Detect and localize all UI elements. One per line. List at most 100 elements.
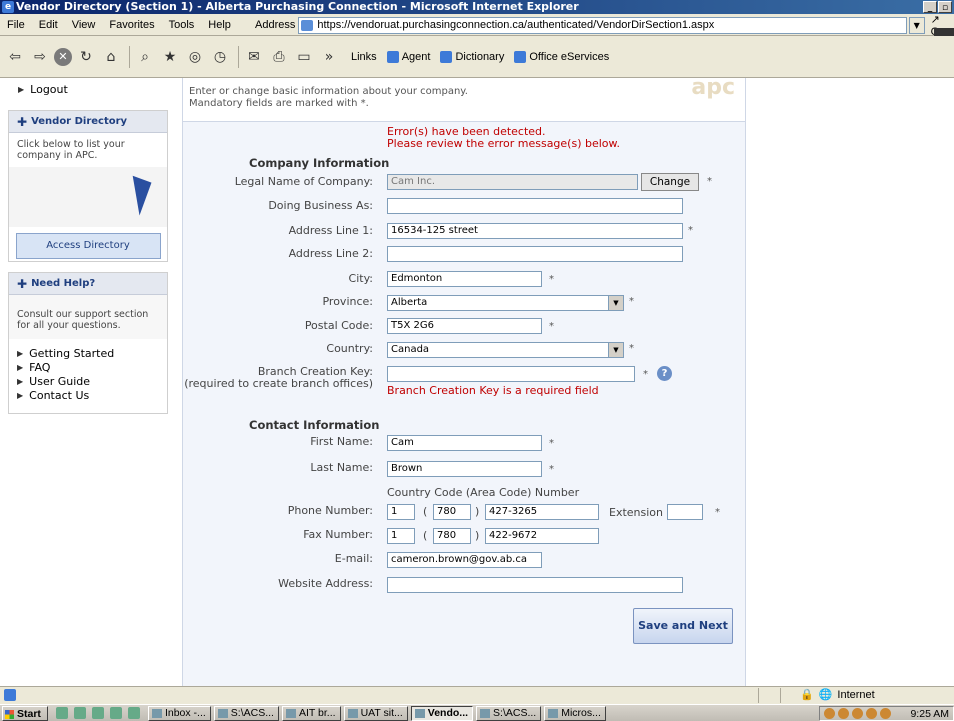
arrow-right-icon: ▶	[17, 349, 24, 358]
start-button[interactable]: Start	[2, 705, 48, 721]
required-star: *	[715, 507, 720, 518]
quick-launch-icon[interactable]	[127, 707, 140, 719]
favorites-icon[interactable]: ★	[159, 46, 181, 68]
phone-format-note: Country Code (Area Code) Number	[387, 486, 580, 499]
close-paren: )	[475, 505, 480, 518]
tray-icon[interactable]	[852, 708, 864, 719]
arrow-graphic-icon	[92, 167, 152, 216]
branch-key-input[interactable]	[387, 366, 635, 382]
chevron-down-icon[interactable]: ▼	[608, 343, 623, 357]
need-help-box: ✚ Need Help? Consult our support section…	[8, 272, 168, 414]
tray-icon[interactable]	[838, 708, 850, 719]
taskbar-button[interactable]: S:\ACS...	[476, 705, 542, 721]
fax-country-input[interactable]: 1	[387, 528, 415, 544]
help-link-contact-us[interactable]: ▶ Contact Us	[17, 389, 159, 403]
taskbar-button[interactable]: S:\ACS...	[213, 705, 279, 721]
address-dropdown-icon[interactable]: ▼	[908, 16, 925, 34]
tray-icon[interactable]	[866, 708, 878, 719]
taskbar-button[interactable]: Micros...	[544, 705, 606, 721]
fax-number-input[interactable]: 422-9672	[485, 528, 599, 544]
help-link-label: User Guide	[29, 375, 91, 388]
arrow-right-icon: ▶	[17, 363, 24, 372]
phone-number-input[interactable]: 427-3265	[485, 504, 599, 520]
menu-view[interactable]: View	[65, 19, 103, 31]
menu-help[interactable]: Help	[201, 19, 238, 31]
help-link-getting-started[interactable]: ▶ Getting Started	[17, 347, 159, 361]
link-dictionary[interactable]: Dictionary	[440, 50, 504, 63]
help-link-user-guide[interactable]: ▶ User Guide	[17, 375, 159, 389]
address2-input[interactable]	[387, 246, 683, 262]
taskbar-button[interactable]: Inbox -...	[147, 705, 211, 721]
menu-edit[interactable]: Edit	[32, 19, 65, 31]
arrow-right-icon: ▶	[18, 84, 25, 94]
email-input[interactable]: cameron.brown@gov.ab.ca	[387, 552, 542, 568]
home-icon[interactable]: ⌂	[100, 46, 122, 68]
taskbar-button[interactable]: AIT br...	[281, 705, 341, 721]
window-title-bar[interactable]: e Vendor Directory (Section 1) - Alberta…	[0, 0, 954, 14]
phone-country-input[interactable]: 1	[387, 504, 415, 520]
help-link-label: Getting Started	[29, 347, 115, 360]
menu-favorites[interactable]: Favorites	[102, 19, 161, 31]
phone-area-input[interactable]: 780	[433, 504, 471, 520]
mail-icon[interactable]: ✉	[243, 46, 265, 68]
access-directory-button[interactable]: Access Directory	[15, 233, 161, 259]
logout-link[interactable]: ▶ Logout	[8, 78, 168, 100]
country-select[interactable]: Canada ▼	[387, 342, 624, 358]
chevron-down-icon[interactable]: ▼	[608, 296, 623, 310]
clock[interactable]: 9:25 AM	[910, 708, 949, 720]
window-controls: _ ▫	[923, 1, 952, 13]
required-star: *	[629, 343, 634, 354]
history-icon[interactable]: ◷	[209, 46, 231, 68]
intro-text: Enter or change basic information about …	[189, 86, 468, 109]
quick-launch-icon[interactable]	[109, 707, 122, 719]
help-question-icon[interactable]: ?	[657, 366, 672, 381]
toolbar-chevron[interactable]: »	[318, 46, 340, 68]
page-icon	[386, 50, 399, 63]
province-label: Province:	[322, 295, 373, 308]
tray-icon[interactable]	[824, 708, 836, 719]
stop-icon[interactable]: ✕	[54, 47, 72, 66]
web-page: ▶ Logout ✚ Vendor Directory Click below …	[0, 78, 954, 686]
link-agent[interactable]: Agent	[386, 50, 430, 63]
menu-file[interactable]: File	[0, 19, 32, 31]
back-icon[interactable]: ⇦	[4, 46, 26, 68]
last-name-input[interactable]: Brown	[387, 461, 542, 477]
email-label: E-mail:	[334, 552, 373, 565]
postal-input[interactable]: T5X 2G6	[387, 318, 542, 334]
search-icon[interactable]: ⌕	[134, 46, 156, 68]
edit-icon[interactable]: ▭	[293, 46, 315, 68]
media-icon[interactable]: ◎	[184, 46, 206, 68]
taskbar-button-active[interactable]: Vendo...	[410, 705, 474, 721]
address-input[interactable]: https://vendoruat.purchasingconnection.c…	[298, 16, 907, 34]
dba-label: Doing Business As:	[268, 199, 373, 212]
dba-input[interactable]	[387, 198, 683, 214]
address-bar: Address https://vendoruat.purchasingconn…	[255, 14, 954, 38]
print-icon[interactable]: ⎙	[268, 46, 290, 68]
maximize-icon[interactable]: ▫	[938, 1, 952, 13]
address1-label: Address Line 1:	[288, 224, 373, 237]
minimize-icon[interactable]: _	[923, 1, 937, 13]
website-input[interactable]	[387, 577, 683, 593]
phone-extension-input[interactable]	[667, 504, 703, 520]
link-office-eservices[interactable]: Office eServices	[514, 50, 609, 63]
change-button[interactable]: Change	[641, 173, 699, 191]
tray-icon[interactable]	[880, 708, 892, 719]
city-input[interactable]: Edmonton	[387, 271, 542, 287]
address1-input[interactable]: 16534-125 street	[387, 223, 683, 239]
taskbar-button[interactable]: UAT sit...	[343, 705, 408, 721]
first-name-input[interactable]: Cam	[387, 435, 542, 451]
save-and-next-button[interactable]: Save and Next	[633, 608, 733, 644]
quick-launch-icon[interactable]	[91, 707, 104, 719]
menu-tools[interactable]: Tools	[162, 19, 202, 31]
quick-launch-icon[interactable]	[73, 707, 86, 719]
forward-icon[interactable]: ⇨	[29, 46, 51, 68]
need-help-title: Need Help?	[31, 278, 96, 289]
contact-info-heading: Contact Information	[249, 418, 380, 432]
province-select[interactable]: Alberta ▼	[387, 295, 624, 311]
quick-launch-icon[interactable]	[55, 707, 68, 719]
help-link-faq[interactable]: ▶ FAQ	[17, 361, 159, 375]
links-label: Links	[351, 50, 377, 63]
fax-area-input[interactable]: 780	[433, 528, 471, 544]
refresh-icon[interactable]: ↻	[75, 46, 97, 68]
extension-label: Extension	[609, 506, 664, 519]
